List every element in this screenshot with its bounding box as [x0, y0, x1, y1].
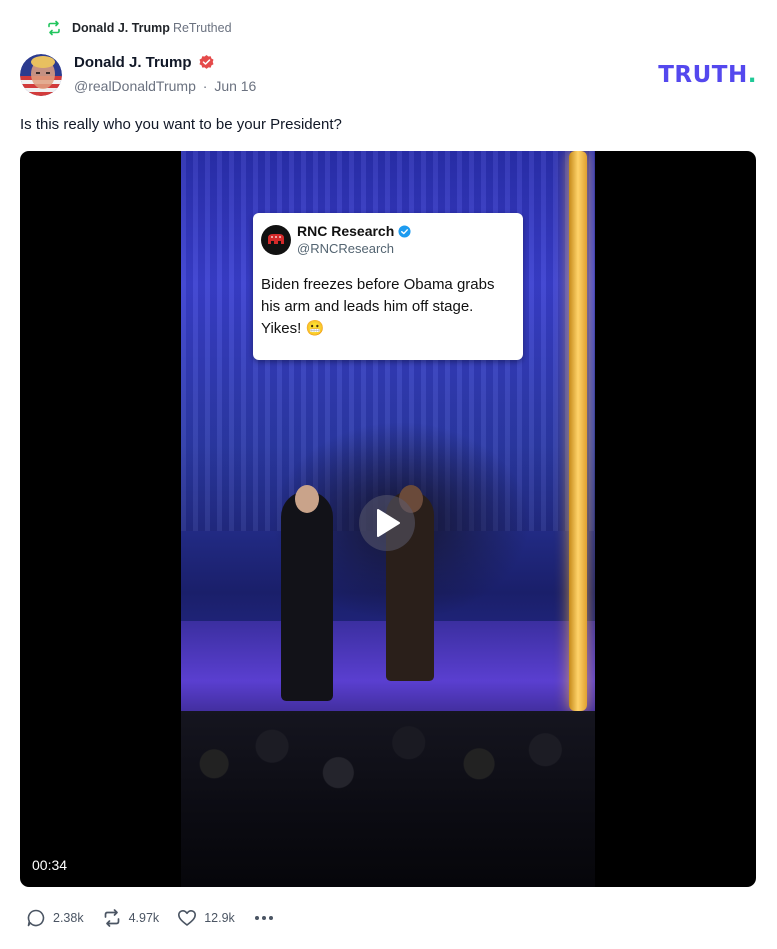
reply-count: 2.38k [53, 911, 84, 925]
avatar[interactable] [20, 54, 62, 96]
play-button[interactable] [359, 495, 415, 551]
retruth-count: 4.97k [128, 911, 160, 925]
more-options-button[interactable] [253, 908, 275, 928]
person-figure [281, 491, 333, 701]
retruth-action-label: ReTruthed [172, 21, 232, 35]
rnc-logo-icon [261, 225, 291, 255]
reply-button[interactable]: 2.38k [26, 908, 84, 928]
retruth-button[interactable]: 4.97k [102, 908, 160, 928]
audience-crowd [181, 711, 595, 887]
truth-logo-text: TRUTH [658, 62, 748, 88]
author-name[interactable]: Donald J. Trump [74, 54, 192, 71]
retruth-header: Donald J. Trump ReTruthed [46, 18, 232, 38]
verified-badge-icon [199, 54, 214, 69]
post-actions: 2.38k 4.97k 12.9k [26, 906, 275, 930]
retruth-icon [48, 20, 60, 36]
video-player[interactable]: RNC Research @RNCResearch Biden freezes … [20, 151, 756, 887]
reply-icon [27, 909, 45, 927]
retruth-icon [104, 909, 119, 927]
post-text: Is this really who you want to be your P… [20, 116, 342, 133]
truth-logo: TRUTH. [658, 62, 757, 88]
author-handle[interactable]: @realDonaldTrump [74, 78, 196, 94]
stage-light-pole [569, 151, 587, 711]
embedded-tweet-card: RNC Research @RNCResearch Biden freezes … [253, 213, 523, 360]
retruth-author-name[interactable]: Donald J. Trump [72, 21, 170, 35]
like-button[interactable]: 12.9k [177, 908, 235, 928]
embedded-tweet-handle: @RNCResearch [297, 241, 394, 256]
play-icon [377, 509, 400, 537]
video-duration: 00:34 [32, 857, 68, 873]
heart-icon [178, 910, 197, 926]
embedded-tweet-text: Biden freezes before Obama grabs his arm… [261, 276, 495, 337]
like-count: 12.9k [204, 911, 235, 925]
author-block: Donald J. Trump @realDonaldTrump · Jun 1… [74, 54, 256, 94]
embedded-tweet-name: RNC Research [297, 223, 395, 239]
post-date[interactable]: Jun 16 [214, 78, 256, 94]
verified-badge-icon [398, 224, 411, 238]
truth-logo-dot: . [747, 62, 757, 88]
more-icon [254, 916, 273, 920]
meta-separator: · [202, 78, 208, 94]
person-head [295, 485, 319, 513]
